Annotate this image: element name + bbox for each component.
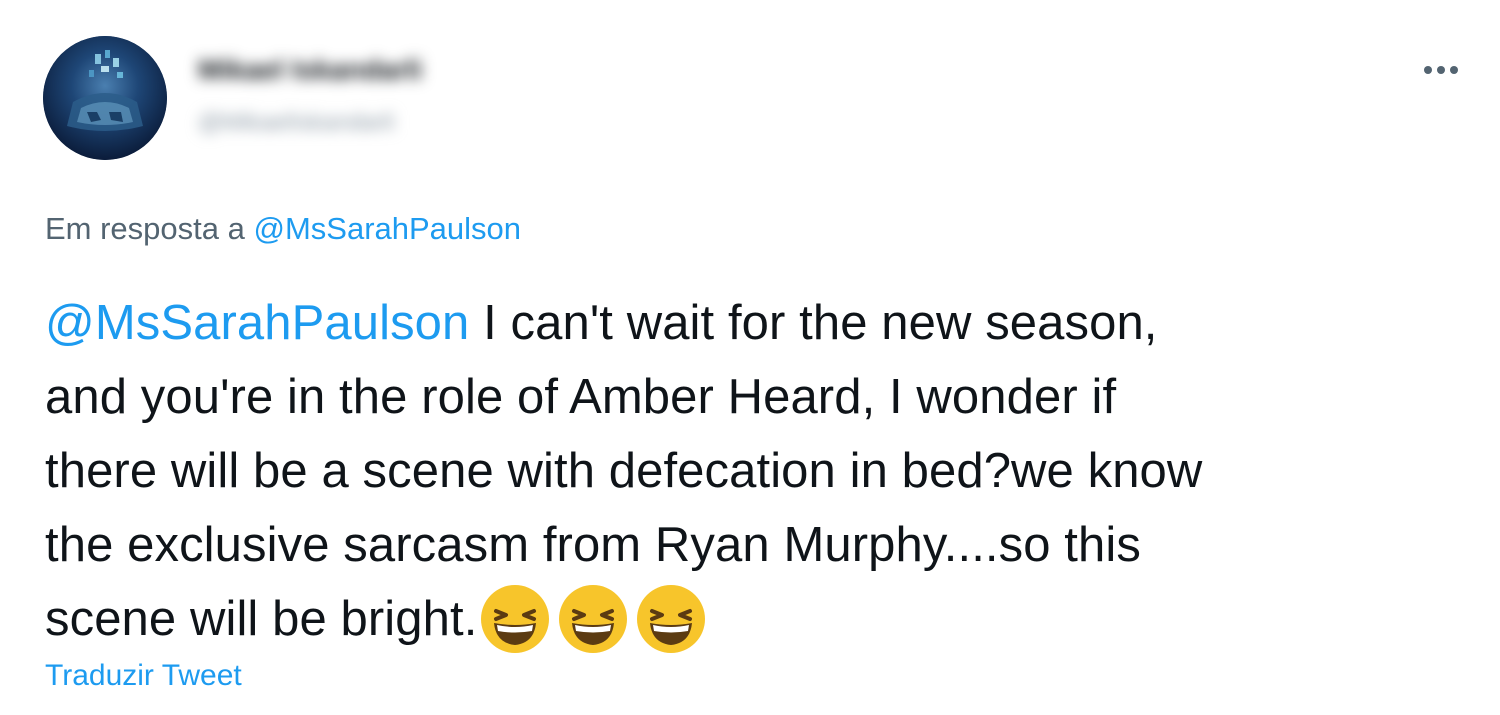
grinning-squinting-face-icon bbox=[637, 585, 706, 653]
avatar[interactable] bbox=[43, 36, 167, 160]
translate-tweet-link[interactable]: Traduzir Tweet bbox=[45, 656, 242, 696]
author-display-name[interactable]: Mikael Iskandarli bbox=[198, 55, 498, 85]
grinning-squinting-face-icon bbox=[481, 585, 550, 653]
reply-context: Em resposta a @MsSarahPaulson bbox=[45, 208, 521, 250]
tweet-text: @MsSarahPaulson I can't wait for the new… bbox=[45, 286, 1465, 656]
tweet-mention-link[interactable]: @MsSarahPaulson bbox=[45, 296, 469, 350]
reply-context-prefix: Em resposta a bbox=[45, 211, 254, 246]
avatar-image bbox=[43, 36, 167, 160]
tweet-text-segment: scene will be bright. bbox=[45, 592, 478, 646]
tweet-text-line: and you're in the role of Amber Heard, I… bbox=[45, 370, 1117, 424]
author-handle[interactable]: @MikaelIskandarli bbox=[198, 110, 483, 136]
reply-context-mention-link[interactable]: @MsSarahPaulson bbox=[253, 211, 521, 246]
tweet-text-line: @MsSarahPaulson I can't wait for the new… bbox=[45, 286, 1465, 360]
more-horizontal-icon bbox=[1424, 66, 1458, 74]
tweet-text-line: there will be a scene with defecation in… bbox=[45, 444, 1203, 498]
tweet-text-line: the exclusive sarcasm from Ryan Murphy..… bbox=[45, 518, 1141, 572]
tweet-card: Mikael Iskandarli @MikaelIskandarli Em r… bbox=[0, 0, 1500, 715]
tweet-text-segment: I can't wait for the new season, bbox=[469, 296, 1158, 350]
more-options-button[interactable] bbox=[1420, 52, 1462, 88]
tweet-text-line: scene will be bright. bbox=[45, 582, 1465, 656]
grinning-squinting-face-icon bbox=[559, 585, 628, 653]
